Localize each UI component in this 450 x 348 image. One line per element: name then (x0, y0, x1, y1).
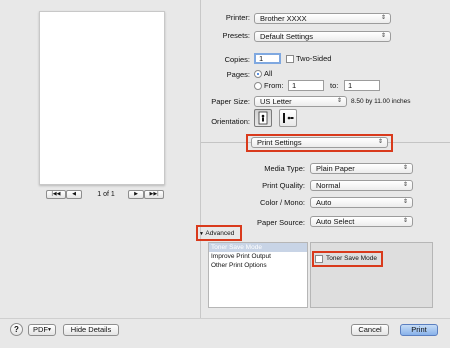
list-item[interactable]: Improve Print Output (209, 252, 307, 261)
orientation-portrait-button[interactable] (254, 109, 272, 127)
presets-label: Presets: (222, 31, 250, 40)
preview-pane: |◀◀ ◀ 1 of 1 ▶ ▶▶| (0, 0, 200, 318)
printer-popup[interactable]: Brother XXXX ⇕ (254, 13, 391, 24)
section-popup-highlight (246, 134, 393, 152)
two-sided-label: Two-Sided (296, 54, 332, 63)
pdf-menu-button[interactable]: PDF ▼ (28, 324, 56, 336)
paper-size-value: US Letter (260, 97, 292, 106)
pane-divider (200, 0, 201, 318)
hide-details-button[interactable]: Hide Details (63, 324, 119, 336)
pages-label: Pages: (226, 70, 250, 79)
toner-save-highlight (312, 251, 383, 267)
copies-label: Copies: (224, 55, 250, 64)
paper-size-label: Paper Size: (211, 97, 250, 106)
popup-arrows-icon: ⇕ (402, 218, 408, 224)
first-page-button[interactable]: |◀◀ (46, 190, 66, 199)
list-item[interactable]: Other Print Options (209, 261, 307, 270)
popup-arrows-icon: ⇕ (402, 165, 408, 171)
popup-arrows-icon: ⇕ (402, 182, 408, 188)
paper-size-popup[interactable]: US Letter ⇕ (254, 96, 347, 107)
advanced-list[interactable]: Toner Save Mode Improve Print Output Oth… (208, 242, 308, 308)
media-type-label: Media Type: (264, 164, 305, 173)
two-sided-checkbox[interactable] (286, 55, 294, 63)
pages-all-radio[interactable] (254, 70, 262, 78)
pages-from-radio[interactable] (254, 82, 262, 90)
chevron-down-icon: ▼ (47, 327, 52, 333)
cancel-button[interactable]: Cancel (351, 324, 389, 336)
popup-arrows-icon: ⇕ (336, 98, 342, 104)
pdf-label: PDF (33, 325, 48, 334)
orientation-label: Orientation: (211, 117, 250, 126)
copies-field[interactable]: 1 (254, 53, 281, 64)
print-button[interactable]: Print (400, 324, 438, 336)
pages-from-field[interactable]: 1 (288, 80, 324, 91)
prev-page-button[interactable]: ◀ (66, 190, 82, 199)
last-page-button[interactable]: ▶▶| (144, 190, 164, 199)
color-mono-value: Auto (316, 198, 332, 207)
page-preview (39, 11, 165, 185)
advanced-highlight (196, 225, 242, 241)
media-type-popup[interactable]: Plain Paper ⇕ (310, 163, 413, 174)
pages-from-label: From: (264, 81, 284, 90)
popup-arrows-icon: ⇕ (402, 199, 408, 205)
color-mono-label: Color / Mono: (259, 198, 305, 207)
pages-all-label: All (264, 69, 273, 78)
color-mono-popup[interactable]: Auto ⇕ (310, 197, 413, 208)
print-quality-value: Normal (316, 181, 341, 190)
help-button[interactable]: ? (10, 323, 23, 336)
pages-to-field[interactable]: 1 (344, 80, 380, 91)
orientation-landscape-button[interactable] (279, 109, 297, 127)
paper-dimensions: 8.50 by 11.00 inches (351, 98, 411, 105)
landscape-icon (283, 113, 294, 123)
list-item[interactable]: Toner Save Mode (209, 243, 307, 252)
presets-popup[interactable]: Default Settings ⇕ (254, 31, 391, 42)
popup-arrows-icon: ⇕ (380, 15, 386, 21)
print-quality-popup[interactable]: Normal ⇕ (310, 180, 413, 191)
popup-arrows-icon: ⇕ (380, 33, 386, 39)
paper-source-popup[interactable]: Auto Select ⇕ (310, 216, 413, 227)
presets-value: Default Settings (260, 32, 313, 41)
pages-to-label: to: (330, 81, 339, 90)
page-counter: 1 of 1 (97, 191, 115, 198)
paper-source-value: Auto Select (316, 217, 355, 226)
portrait-icon (258, 111, 268, 125)
media-type-value: Plain Paper (316, 164, 355, 173)
print-quality-label: Print Quality: (262, 181, 305, 190)
footer-separator (0, 318, 450, 319)
printer-value: Brother XXXX (260, 14, 307, 23)
printer-label: Printer: (225, 13, 250, 22)
next-page-button[interactable]: ▶ (128, 190, 144, 199)
